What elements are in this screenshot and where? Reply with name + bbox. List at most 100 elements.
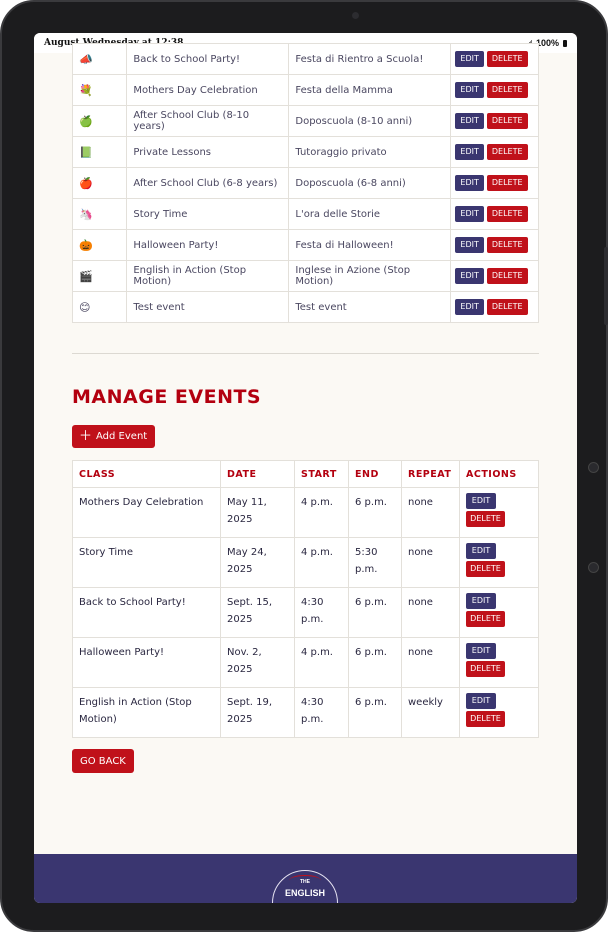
event-actions: EDIT DELETE bbox=[459, 687, 539, 738]
col-date: DATE bbox=[220, 460, 295, 488]
class-name-it: L'ora delle Storie bbox=[288, 198, 452, 230]
add-event-label: Add Event bbox=[96, 431, 148, 442]
delete-button[interactable]: DELETE bbox=[486, 206, 528, 222]
event-date: Sept. 19, 2025 bbox=[220, 687, 295, 738]
col-end: END bbox=[348, 460, 402, 488]
delete-button[interactable]: DELETE bbox=[486, 175, 528, 191]
class-row: 😊 Test event Test event EDIT DELETE bbox=[71, 291, 539, 323]
edit-button[interactable]: EDIT bbox=[455, 113, 484, 129]
events-table: CLASS DATE START END REPEAT ACTIONS Moth… bbox=[72, 460, 539, 738]
event-repeat: weekly bbox=[401, 687, 460, 738]
delete-button[interactable]: DELETE bbox=[466, 711, 505, 727]
edit-button[interactable]: EDIT bbox=[455, 144, 484, 160]
class-row: 🍎 After School Club (6-8 years) Doposcuola… bbox=[71, 167, 539, 199]
class-name-en: Mothers Day Celebration bbox=[126, 74, 290, 106]
event-end: 6 p.m. bbox=[348, 487, 402, 538]
add-event-button[interactable]: ＋ Add Event bbox=[72, 425, 156, 448]
event-row: Back to School Party! Sept. 15, 2025 4:30 … bbox=[72, 587, 539, 638]
edit-button[interactable]: EDIT bbox=[455, 82, 484, 98]
brand-logo: THE ENGLISH bbox=[272, 870, 338, 903]
class-icon: 🎃 bbox=[71, 229, 128, 261]
event-end: 6 p.m. bbox=[348, 687, 402, 738]
edit-button[interactable]: EDIT bbox=[455, 268, 484, 284]
edit-button[interactable]: EDIT bbox=[455, 299, 484, 315]
tablet-frame: August Wednesday at 12:38 100% 📣Back to … bbox=[0, 0, 608, 932]
class-name-it: Festa di Rientro a Scuola! bbox=[288, 43, 452, 75]
delete-button[interactable]: DELETE bbox=[486, 82, 528, 98]
classes-table: 📣 Back to School Party! Festa di Rientro a… bbox=[71, 43, 539, 323]
event-date: May 11, 2025 bbox=[220, 487, 295, 538]
event-start: 4:30 p.m. bbox=[294, 687, 349, 738]
class-name-it: Doposcuola (6-8 anni) bbox=[288, 167, 452, 199]
event-actions: EDIT DELETE bbox=[459, 637, 539, 688]
event-end: 6 p.m. bbox=[348, 587, 402, 638]
col-class: CLASS bbox=[72, 460, 221, 488]
delete-button[interactable]: DELETE bbox=[486, 113, 528, 129]
events-header-row: CLASS DATE START END REPEAT ACTIONS bbox=[72, 460, 539, 488]
event-date: Nov. 2, 2025 bbox=[220, 637, 295, 688]
edit-button[interactable]: EDIT bbox=[455, 175, 484, 191]
event-row: Mothers Day Celebration May 11, 2025 4 p.m… bbox=[72, 487, 539, 538]
logo-top-text: THE bbox=[300, 879, 310, 885]
class-actions: EDIT DELETE bbox=[450, 136, 539, 168]
go-back-button[interactable]: GO BACK bbox=[72, 749, 134, 773]
delete-button[interactable]: DELETE bbox=[466, 611, 505, 627]
event-repeat: none bbox=[401, 487, 460, 538]
class-name-it: Inglese in Azione (Stop Motion) bbox=[288, 260, 452, 292]
class-name-en: Test event bbox=[126, 291, 290, 323]
edit-button[interactable]: EDIT bbox=[466, 543, 496, 559]
col-repeat: REPEAT bbox=[401, 460, 460, 488]
class-row: 🎃 Halloween Party! Festa di Halloween! EDIT… bbox=[71, 229, 539, 261]
event-class: Story Time bbox=[72, 537, 221, 588]
edit-button[interactable]: EDIT bbox=[466, 593, 496, 609]
class-icon: 📗 bbox=[71, 136, 128, 168]
class-actions: EDIT DELETE bbox=[450, 74, 539, 106]
event-date: May 24, 2025 bbox=[220, 537, 295, 588]
class-icon: 💐 bbox=[71, 74, 128, 106]
col-start: START bbox=[294, 460, 349, 488]
battery-percent: 100% bbox=[535, 38, 559, 48]
class-name-it: Tutoraggio privato bbox=[288, 136, 452, 168]
event-start: 4 p.m. bbox=[294, 537, 349, 588]
class-name-en: Halloween Party! bbox=[126, 229, 290, 261]
delete-button[interactable]: DELETE bbox=[466, 661, 505, 677]
class-icon: 🍏 bbox=[71, 105, 128, 137]
delete-button[interactable]: DELETE bbox=[466, 561, 505, 577]
class-name-it: Festa della Mamma bbox=[288, 74, 452, 106]
event-row: English in Action (Stop Motion) Sept. 19,… bbox=[72, 687, 539, 738]
side-sensor bbox=[588, 462, 599, 473]
delete-button[interactable]: DELETE bbox=[486, 299, 528, 315]
event-date: Sept. 15, 2025 bbox=[220, 587, 295, 638]
logo-main-text: ENGLISH bbox=[284, 888, 325, 898]
edit-button[interactable]: EDIT bbox=[455, 51, 484, 67]
delete-button[interactable]: DELETE bbox=[486, 237, 528, 253]
section-divider bbox=[72, 353, 539, 354]
event-class: English in Action (Stop Motion) bbox=[72, 687, 221, 738]
class-name-en: After School Club (8-10 years) bbox=[126, 105, 290, 137]
class-name-en: Story Time bbox=[126, 198, 290, 230]
class-name-it: Doposcuola (8-10 anni) bbox=[288, 105, 452, 137]
event-start: 4 p.m. bbox=[294, 487, 349, 538]
edit-button[interactable]: EDIT bbox=[466, 643, 496, 659]
delete-button[interactable]: DELETE bbox=[486, 51, 528, 67]
edit-button[interactable]: EDIT bbox=[466, 693, 496, 709]
event-start: 4 p.m. bbox=[294, 637, 349, 688]
class-row: 🦄 Story Time L'ora delle Storie EDIT DELETE bbox=[71, 198, 539, 230]
class-icon: 😊 bbox=[71, 291, 128, 323]
delete-button[interactable]: DELETE bbox=[466, 511, 505, 527]
delete-button[interactable]: DELETE bbox=[486, 268, 528, 284]
class-name-en: After School Club (6-8 years) bbox=[126, 167, 290, 199]
event-class: Mothers Day Celebration bbox=[72, 487, 221, 538]
class-actions: EDIT DELETE bbox=[450, 260, 539, 292]
footer: THE ENGLISH bbox=[34, 854, 577, 903]
delete-button[interactable]: DELETE bbox=[486, 144, 528, 160]
class-actions: EDIT DELETE bbox=[450, 43, 539, 75]
class-name-en: Back to School Party! bbox=[126, 43, 290, 75]
event-row: Halloween Party! Nov. 2, 2025 4 p.m. 6 p.m.… bbox=[72, 637, 539, 688]
class-name-it: Festa di Halloween! bbox=[288, 229, 452, 261]
edit-button[interactable]: EDIT bbox=[455, 237, 484, 253]
edit-button[interactable]: EDIT bbox=[455, 206, 484, 222]
class-name-en: Private Lessons bbox=[126, 136, 290, 168]
edit-button[interactable]: EDIT bbox=[466, 493, 496, 509]
event-start: 4:30 p.m. bbox=[294, 587, 349, 638]
